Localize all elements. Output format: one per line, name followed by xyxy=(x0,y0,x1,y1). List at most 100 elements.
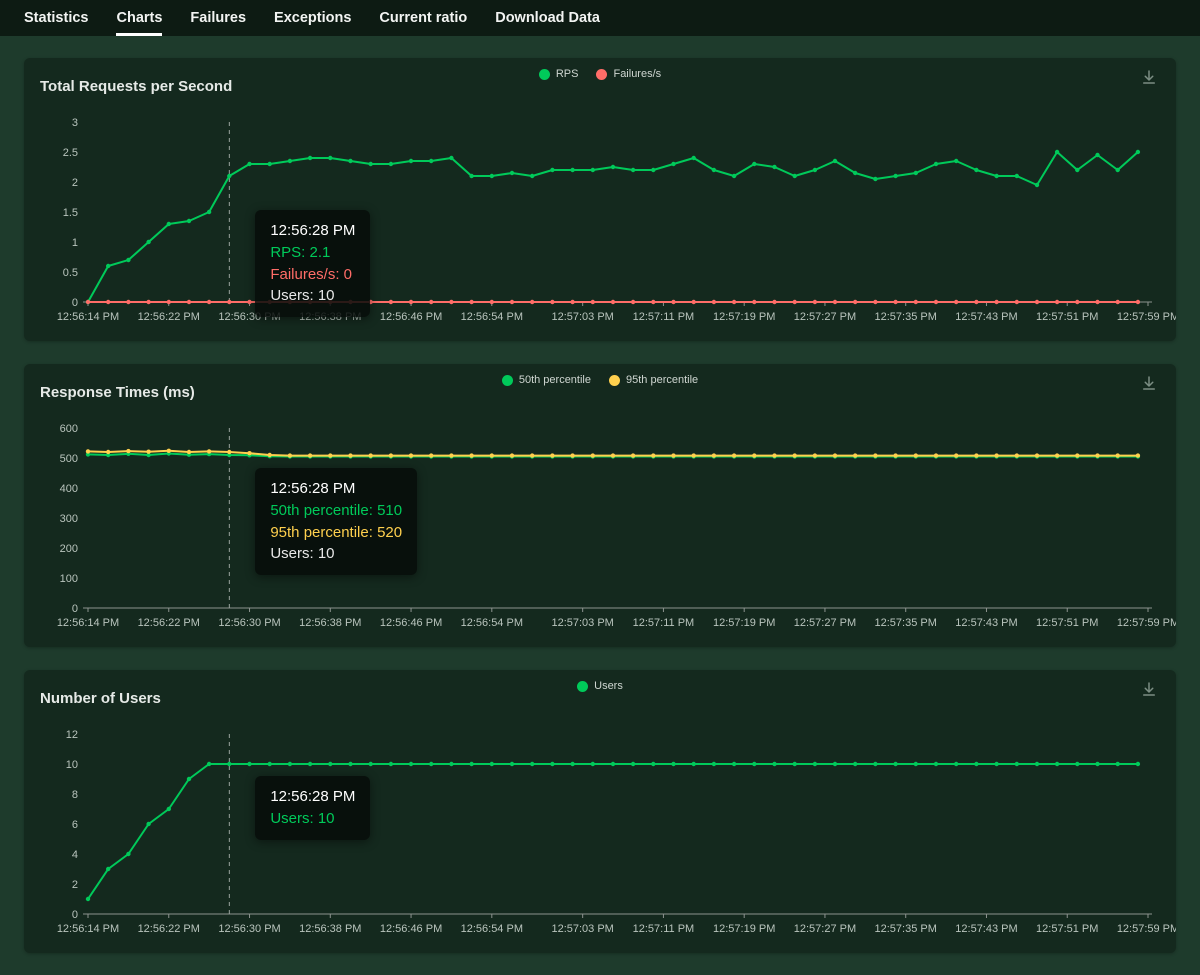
svg-text:12:57:11 PM: 12:57:11 PM xyxy=(633,617,695,629)
svg-text:12:56:54 PM: 12:56:54 PM xyxy=(461,311,523,323)
nav-tab-exceptions[interactable]: Exceptions xyxy=(274,0,351,36)
svg-text:12:57:51 PM: 12:57:51 PM xyxy=(1036,923,1098,935)
svg-text:6: 6 xyxy=(72,819,78,831)
svg-text:12:57:35 PM: 12:57:35 PM xyxy=(875,923,937,935)
svg-text:4: 4 xyxy=(72,849,78,861)
svg-text:12:57:59 PM: 12:57:59 PM xyxy=(1117,617,1176,629)
chart-canvas-2[interactable]: 0 2 4 6 8 10 12 12:56:14 PM 12:56:22 PM 12:56:30 … xyxy=(24,718,1176,946)
svg-text:12:57:59 PM: 12:57:59 PM xyxy=(1117,923,1176,935)
y-axis: 00.511.522.53 xyxy=(63,117,78,309)
svg-text:10: 10 xyxy=(66,759,78,771)
svg-text:600: 600 xyxy=(60,423,78,435)
svg-text:2: 2 xyxy=(72,177,78,189)
chart-legend: Users xyxy=(24,680,1176,692)
svg-text:100: 100 xyxy=(60,573,78,585)
svg-text:12:57:27 PM: 12:57:27 PM xyxy=(794,311,856,323)
download-chart-icon[interactable] xyxy=(1140,68,1160,88)
legend-dot-icon xyxy=(577,681,588,692)
svg-text:3: 3 xyxy=(72,117,78,129)
top-navigation: Statistics Charts Failures Exceptions Curren… xyxy=(0,0,1200,36)
series-95th-percentile xyxy=(86,449,1140,458)
nav-tab-charts[interactable]: Charts xyxy=(116,0,162,36)
svg-text:12:57:27 PM: 12:57:27 PM xyxy=(794,923,856,935)
legend-label: 50th percentile xyxy=(519,374,591,386)
legend-label: RPS xyxy=(556,68,579,80)
svg-text:12:56:14 PM: 12:56:14 PM xyxy=(57,617,119,629)
x-axis: 12:56:14 PM12:56:22 PM12:56:30 PM12:56:3… xyxy=(57,914,1176,935)
svg-text:12:56:46 PM: 12:56:46 PM xyxy=(380,923,442,935)
series-rps xyxy=(86,150,1140,304)
chart-legend: 50th percentile 95th percentile xyxy=(24,374,1176,386)
svg-text:400: 400 xyxy=(60,483,78,495)
svg-text:12:57:19 PM: 12:57:19 PM xyxy=(713,617,775,629)
panel-header: Response Times (ms) 50th percentile95th … xyxy=(24,364,1176,412)
users-chart-panel: Number of Users Users 0 2 4 6 8 10 12 12:56:14 … xyxy=(24,670,1176,953)
panel-header: Number of Users Users xyxy=(24,670,1176,718)
charts-page: Total Requests per Second RPSFailures/s … xyxy=(0,36,1200,953)
svg-text:500: 500 xyxy=(60,453,78,465)
svg-text:12:56:54 PM: 12:56:54 PM xyxy=(461,923,523,935)
svg-text:12:57:43 PM: 12:57:43 PM xyxy=(955,923,1017,935)
svg-text:12:56:54 PM: 12:56:54 PM xyxy=(461,617,523,629)
svg-text:12:57:43 PM: 12:57:43 PM xyxy=(955,311,1017,323)
chart-canvas-1[interactable]: 010020030040050060012:56:14 PM12:56:22 P… xyxy=(24,412,1176,640)
series-failures-s xyxy=(86,300,1140,304)
svg-text:2.5: 2.5 xyxy=(63,147,78,159)
nav-tab-failures[interactable]: Failures xyxy=(190,0,246,36)
svg-text:12:56:46 PM: 12:56:46 PM xyxy=(380,617,442,629)
legend-dot-icon xyxy=(609,375,620,386)
svg-text:0: 0 xyxy=(72,603,78,615)
panel-header: Total Requests per Second RPS Failures/s xyxy=(24,58,1176,106)
svg-text:12:56:38 PM: 12:56:38 PM xyxy=(299,617,361,629)
svg-text:300: 300 xyxy=(60,513,78,525)
svg-text:0: 0 xyxy=(72,297,78,309)
series-users xyxy=(86,762,1140,901)
svg-text:12:57:27 PM: 12:57:27 PM xyxy=(794,617,856,629)
svg-text:12:57:19 PM: 12:57:19 PM xyxy=(713,311,775,323)
nav-tab-statistics[interactable]: Statistics xyxy=(24,0,88,36)
svg-text:12:57:11 PM: 12:57:11 PM xyxy=(633,923,695,935)
svg-text:8: 8 xyxy=(72,789,78,801)
svg-text:12:57:03 PM: 12:57:03 PM xyxy=(551,923,613,935)
legend-dot-icon xyxy=(596,69,607,80)
svg-text:12:56:14 PM: 12:56:14 PM xyxy=(57,311,119,323)
legend-dot-icon xyxy=(502,375,513,386)
legend-item-rps[interactable]: RPS xyxy=(539,68,579,80)
legend-label: Users xyxy=(594,680,623,692)
svg-text:12:57:03 PM: 12:57:03 PM xyxy=(551,311,613,323)
legend-item-failures-s[interactable]: Failures/s xyxy=(596,68,661,80)
svg-text:1.5: 1.5 xyxy=(63,207,78,219)
svg-text:12:57:51 PM: 12:57:51 PM xyxy=(1036,617,1098,629)
download-chart-icon[interactable] xyxy=(1140,374,1160,394)
svg-text:12: 12 xyxy=(66,729,78,741)
svg-text:0: 0 xyxy=(72,909,78,921)
chart-title: Number of Users xyxy=(40,690,161,707)
legend-item-users[interactable]: Users xyxy=(577,680,623,692)
svg-text:12:56:30 PM: 12:56:30 PM xyxy=(218,617,280,629)
svg-text:2: 2 xyxy=(72,879,78,891)
svg-text:12:56:22 PM: 12:56:22 PM xyxy=(138,923,200,935)
chart-canvas-0[interactable]: 00.511.522.5312:56:14 PM12:56:22 PM12:56… xyxy=(24,106,1176,334)
svg-text:12:56:30 PM: 12:56:30 PM xyxy=(218,923,280,935)
legend-label: 95th percentile xyxy=(626,374,698,386)
legend-label: Failures/s xyxy=(613,68,661,80)
svg-text:1: 1 xyxy=(72,237,78,249)
y-axis: 0100200300400500600 xyxy=(60,423,78,615)
x-axis: 12:56:14 PM12:56:22 PM12:56:30 PM12:56:3… xyxy=(57,302,1176,323)
legend-item-95th-percentile[interactable]: 95th percentile xyxy=(609,374,698,386)
chart-title: Total Requests per Second xyxy=(40,78,232,95)
svg-text:12:57:11 PM: 12:57:11 PM xyxy=(633,311,695,323)
chart-legend: RPS Failures/s xyxy=(24,68,1176,80)
legend-dot-icon xyxy=(539,69,550,80)
svg-text:12:57:03 PM: 12:57:03 PM xyxy=(551,617,613,629)
x-axis: 12:56:14 PM12:56:22 PM12:56:30 PM12:56:3… xyxy=(57,608,1176,629)
svg-text:12:57:43 PM: 12:57:43 PM xyxy=(955,617,1017,629)
svg-text:12:56:14 PM: 12:56:14 PM xyxy=(57,923,119,935)
svg-text:12:56:22 PM: 12:56:22 PM xyxy=(138,311,200,323)
nav-tab-download-data[interactable]: Download Data xyxy=(495,0,600,36)
download-chart-icon[interactable] xyxy=(1140,680,1160,700)
legend-item-50th-percentile[interactable]: 50th percentile xyxy=(502,374,591,386)
svg-text:12:57:59 PM: 12:57:59 PM xyxy=(1117,311,1176,323)
rps-chart-panel: Total Requests per Second RPSFailures/s … xyxy=(24,58,1176,341)
nav-tab-current-ratio[interactable]: Current ratio xyxy=(379,0,467,36)
